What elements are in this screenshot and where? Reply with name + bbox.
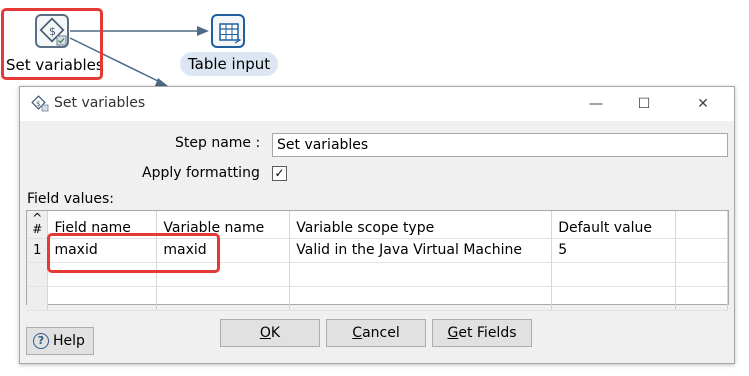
set-variables-node-label[interactable]: Set variables xyxy=(6,56,104,74)
ok-button[interactable]: OK xyxy=(220,319,320,347)
table-input-node-label[interactable]: Table input xyxy=(180,52,279,76)
svg-text:$: $ xyxy=(49,25,56,38)
cancel-button[interactable]: Cancel xyxy=(326,319,426,347)
cell-default-value[interactable]: 5 xyxy=(551,238,677,263)
cell-field-name[interactable]: maxid xyxy=(47,238,158,263)
field-values-table[interactable]: ^ # Field name Variable name Variable sco… xyxy=(26,210,729,311)
set-variables-title-icon: $ xyxy=(31,95,49,112)
cell-scope-type[interactable]: Valid in the Java Virtual Machine xyxy=(289,238,553,263)
dialog-titlebar[interactable]: $ Set variables — ☐ ✕ xyxy=(20,87,734,121)
close-button[interactable]: ✕ xyxy=(680,87,726,121)
get-fields-button[interactable]: Get Fields xyxy=(432,319,532,347)
dialog-title: Set variables xyxy=(54,95,146,111)
column-header-scope-type[interactable]: Variable scope type xyxy=(289,211,553,239)
rownum-header[interactable]: ^ # xyxy=(27,211,49,239)
table-header-row: ^ # Field name Variable name Variable sco… xyxy=(27,211,728,239)
table-input-icon[interactable] xyxy=(211,14,245,48)
table-row-empty xyxy=(27,286,728,311)
apply-formatting-label: Apply formatting xyxy=(142,165,260,181)
table-row[interactable]: 1 maxid maxid Valid in the Java Virtual … xyxy=(27,238,728,263)
row-number: 1 xyxy=(27,238,49,263)
set-variables-icon[interactable]: $ xyxy=(35,14,69,48)
minimize-button[interactable]: — xyxy=(573,87,619,121)
column-header-variable-name[interactable]: Variable name xyxy=(156,211,291,239)
column-header-filler xyxy=(675,211,728,239)
step-name-label: Step name : xyxy=(175,135,261,151)
table-row-empty xyxy=(27,262,728,287)
column-header-field-name[interactable]: Field name xyxy=(47,211,158,239)
column-header-default-value[interactable]: Default value xyxy=(551,211,677,239)
svg-text:$: $ xyxy=(36,100,40,108)
cell-filler xyxy=(675,238,728,263)
help-button[interactable]: ? Help xyxy=(26,327,94,355)
cell-variable-name[interactable]: maxid xyxy=(156,238,291,263)
checkbox-check-icon: ✓ xyxy=(274,166,285,180)
set-variables-dialog: $ Set variables — ☐ ✕ Step name : Apply … xyxy=(19,86,735,364)
apply-formatting-checkbox[interactable]: ✓ xyxy=(272,166,287,181)
help-icon: ? xyxy=(33,333,49,349)
step-name-input[interactable] xyxy=(272,133,728,157)
field-values-label: Field values: xyxy=(27,191,115,207)
maximize-button[interactable]: ☐ xyxy=(621,87,667,121)
